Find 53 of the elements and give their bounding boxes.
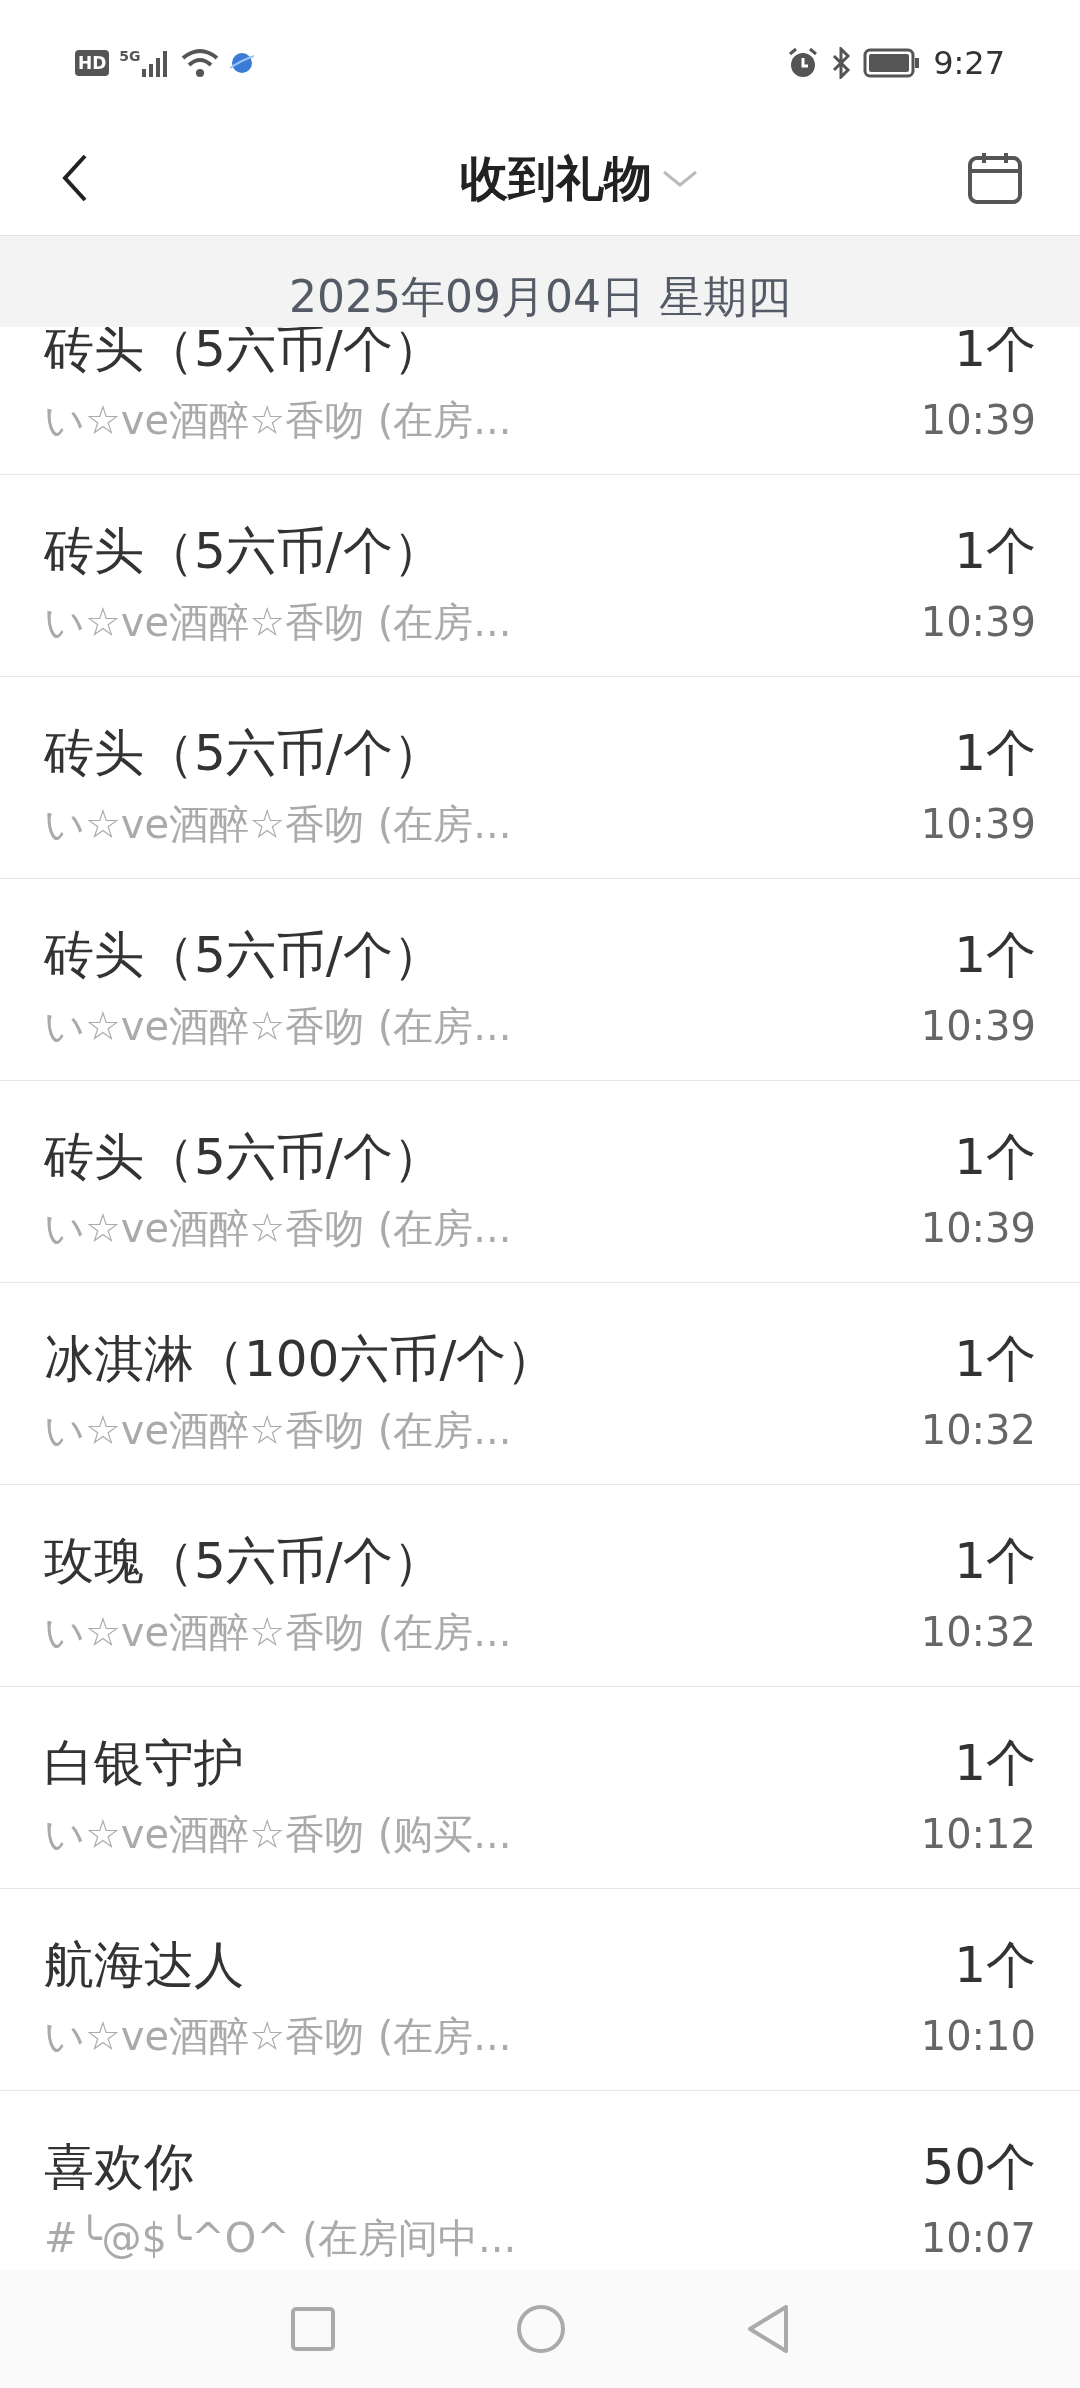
gift-count: 1个 — [954, 521, 1036, 581]
recent-apps-button[interactable] — [290, 2306, 336, 2352]
gift-time: 10:07 — [920, 2214, 1036, 2263]
gift-time: 10:12 — [920, 1810, 1036, 1859]
gift-time: 10:39 — [920, 598, 1036, 647]
sender-info: い☆ve酒醉☆香吻 (在房... — [44, 396, 512, 445]
gift-name: 砖头（5六币/个） — [44, 521, 444, 581]
gift-count: 1个 — [954, 1329, 1036, 1389]
wifi-icon — [180, 48, 219, 78]
gift-count: 1个 — [954, 1127, 1036, 1187]
gift-time: 10:10 — [920, 2012, 1036, 2061]
gift-name: 砖头（5六币/个） — [44, 1127, 444, 1187]
planet-icon — [228, 50, 255, 76]
gift-count: 1个 — [954, 723, 1036, 783]
gift-name: 冰淇淋（100六币/个） — [44, 1329, 557, 1389]
gift-name: 砖头（5六币/个） — [44, 319, 444, 379]
gift-name: 喜欢你 — [44, 2137, 195, 2197]
gift-count: 1个 — [954, 1935, 1036, 1995]
gift-time: 10:32 — [920, 1406, 1036, 1455]
gift-count: 1个 — [954, 319, 1036, 379]
network-label: 5G — [119, 49, 141, 63]
gift-time: 10:39 — [920, 800, 1036, 849]
gift-name: 玫瑰（5六币/个） — [44, 1531, 444, 1591]
sender-info: い☆ve酒醉☆香吻 (在房... — [44, 1204, 512, 1253]
gift-count: 50个 — [922, 2137, 1036, 2197]
gift-name: 航海达人 — [44, 1935, 245, 1995]
gift-name: 白银守护 — [44, 1733, 245, 1793]
back-nav-button[interactable] — [746, 2304, 790, 2354]
sender-info: い☆ve酒醉☆香吻 (在房... — [44, 1608, 512, 1657]
sender-info: い☆ve酒醉☆香吻 (在房... — [44, 800, 512, 849]
sender-info: い☆ve酒醉☆香吻 (在房... — [44, 1406, 513, 1455]
gift-time: 10:32 — [920, 1608, 1036, 1657]
battery-icon — [863, 48, 922, 78]
home-button[interactable] — [516, 2304, 566, 2354]
sender-info: い☆ve酒醉☆香吻 (在房... — [44, 1002, 512, 1051]
gift-name: 砖头（5六币/个） — [44, 925, 444, 985]
gift-time: 10:39 — [920, 1002, 1036, 1051]
sender-info: い☆ve酒醉☆香吻 (在房... — [44, 2012, 512, 2061]
gift-time: 10:39 — [920, 396, 1036, 445]
gift-time: 10:39 — [920, 1204, 1036, 1253]
clock-time: 9:27 — [933, 43, 1005, 84]
sender-info: い☆ve酒醉☆香吻 (在房... — [44, 598, 512, 647]
sender-info: い☆ve酒醉☆香吻 (购买... — [44, 1810, 512, 1859]
date-label: 2025年09月04日 星期四 — [289, 275, 791, 319]
title-dropdown[interactable]: 收到礼物 — [460, 141, 700, 214]
hd-badge: HD — [75, 50, 110, 76]
alarm-icon — [787, 47, 820, 79]
gift-count: 1个 — [954, 1531, 1036, 1591]
gift-count: 1个 — [954, 925, 1036, 985]
bluetooth-icon — [831, 47, 852, 79]
gift-count: 1个 — [954, 1733, 1036, 1793]
gift-name: 砖头（5六币/个） — [44, 723, 444, 783]
sender-info: #╰@$╰^O^ (在房间中... — [44, 2213, 517, 2263]
